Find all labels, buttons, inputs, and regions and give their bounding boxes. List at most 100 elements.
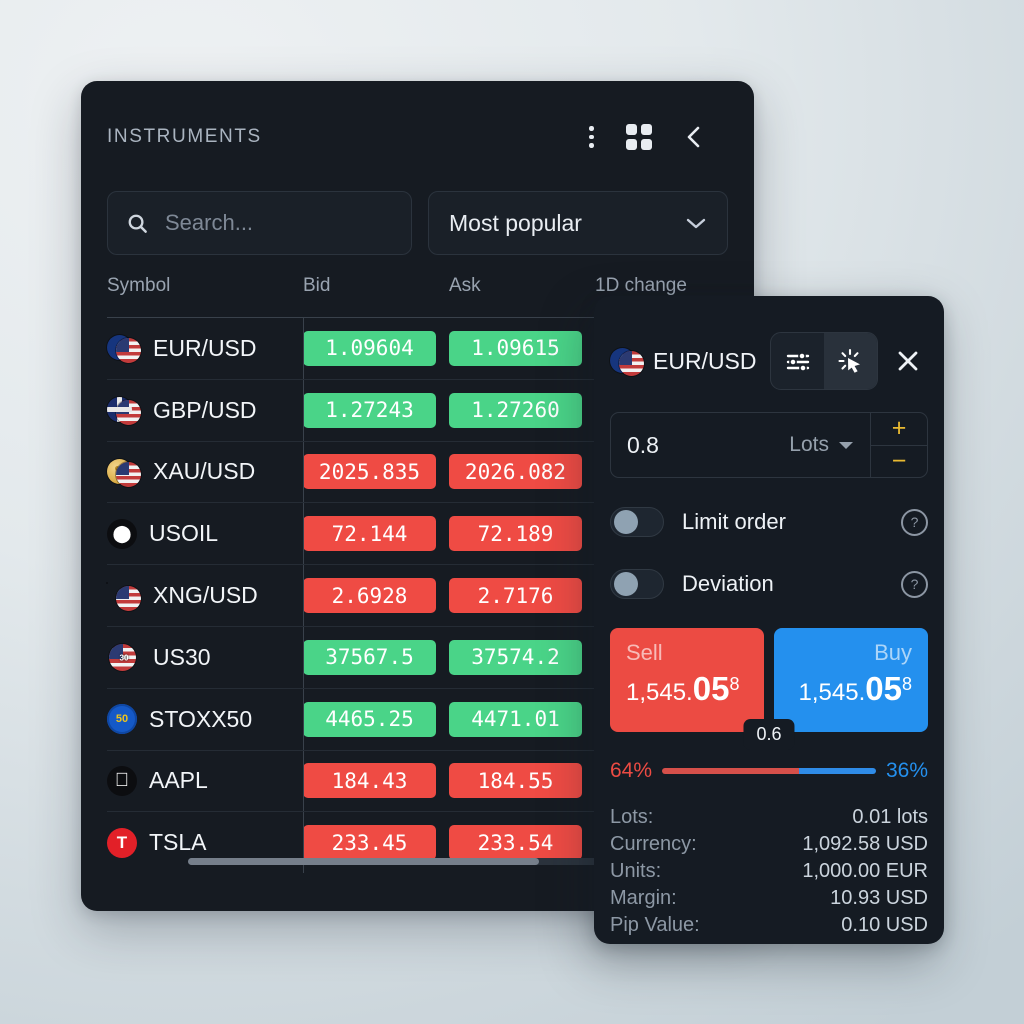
bid-cell[interactable]: 4465.25 (303, 701, 449, 737)
column-divider (303, 441, 304, 503)
detail-key: Lots: (610, 806, 654, 828)
buy-button[interactable]: Buy 1,545. 05 8 (774, 628, 928, 732)
ask-cell[interactable]: 72.189 (449, 516, 595, 552)
scrollbar-thumb[interactable] (188, 858, 539, 865)
column-divider (303, 626, 304, 688)
detail-key: Pip Value: (610, 914, 700, 936)
symbol-label: US30 (153, 643, 211, 670)
buy-label: Buy (874, 640, 912, 665)
symbol-label: USOIL (149, 520, 219, 547)
quantity-input[interactable]: 0.8 Lots (611, 413, 870, 477)
sort-filter-value: Most popular (449, 209, 582, 236)
search-icon (128, 214, 147, 233)
header-icon-group (589, 124, 728, 150)
limit-order-toggle[interactable] (610, 507, 664, 537)
sell-price: 1,545. 05 8 (626, 670, 739, 708)
ask-price: 37574.2 (449, 639, 582, 675)
detail-value: 10.93 USD (830, 887, 928, 909)
ask-cell[interactable]: 233.54 (449, 825, 595, 861)
symbol-cell: XNG/USD (107, 582, 303, 611)
symbol-cell: 30 US30 (107, 643, 303, 672)
ask-price: 233.54 (449, 825, 582, 861)
symbol-label: EUR/USD (153, 334, 257, 361)
detail-key: Margin: (610, 887, 677, 909)
sentiment-sell-fill (662, 768, 799, 774)
detail-value: 1,092.58 USD (802, 833, 928, 855)
ask-price: 1.27260 (449, 392, 582, 428)
detail-value: 1,000.00 EUR (802, 860, 928, 882)
symbol-cell: 50 STOXX50 (107, 704, 303, 735)
us30-flag-icon: 30 (107, 643, 141, 672)
oil-drop-icon: ⬤ (107, 518, 137, 549)
sentiment-buy-percent: 36% (885, 759, 928, 782)
sentiment-buy-fill (798, 768, 876, 774)
sort-filter-select[interactable]: Most popular (428, 191, 728, 255)
buy-price: 1,545. 05 8 (799, 670, 912, 708)
bid-cell[interactable]: 2025.835 (303, 454, 449, 490)
detail-value: 0.10 USD (841, 914, 928, 936)
column-divider (303, 379, 304, 441)
detail-row: Pip Value: 0.10 USD (610, 912, 928, 939)
tesla-icon: T (107, 827, 137, 858)
quantity-unit-label: Lots (789, 433, 829, 456)
quantity-decrease-button[interactable]: − (871, 444, 927, 478)
deviation-row: Deviation ? (610, 566, 928, 602)
quantity-unit-select[interactable]: Lots (789, 433, 854, 457)
one-click-trade-icon[interactable] (824, 333, 877, 389)
bid-cell[interactable]: 1.09604 (303, 330, 449, 366)
column-divider (303, 318, 304, 379)
column-divider (303, 750, 304, 812)
ask-cell[interactable]: 1.09615 (449, 330, 595, 366)
ask-cell[interactable]: 37574.2 (449, 639, 595, 675)
chevron-down-icon (839, 442, 853, 449)
limit-order-help-icon[interactable]: ? (901, 508, 928, 536)
detail-row: Margin: 10.93 USD (610, 885, 928, 912)
bid-cell[interactable]: 72.144 (303, 516, 449, 552)
deviation-label: Deviation (682, 571, 774, 596)
bid-cell[interactable]: 2.6928 (303, 578, 449, 614)
ask-cell[interactable]: 2026.082 (449, 454, 595, 490)
flag-pair-eu-us-icon (107, 334, 141, 364)
symbol-cell: EUR/USD (107, 334, 303, 364)
grid-icon[interactable] (626, 124, 652, 150)
search-input[interactable]: Search... (107, 191, 412, 255)
bid-price: 37567.5 (303, 639, 436, 675)
sentiment-sell-percent: 64% (610, 759, 653, 782)
detail-key: Currency: (610, 833, 697, 855)
sell-price-big: 05 (692, 670, 730, 707)
chevron-down-icon (686, 218, 706, 229)
page-title: INSTRUMENTS (107, 126, 262, 147)
order-details: Lots: 0.01 lots Currency: 1,092.58 USD Units… (610, 804, 928, 939)
column-divider (303, 688, 304, 750)
bid-cell[interactable]: 184.43 (303, 763, 449, 799)
trade-panel-header: EUR/USD (594, 296, 944, 390)
limit-order-row: Limit order ? (610, 504, 928, 540)
bid-cell[interactable]: 37567.5 (303, 639, 449, 675)
column-header-ask: Ask (449, 275, 481, 296)
collapse-left-icon[interactable] (684, 124, 704, 150)
close-icon[interactable] (888, 349, 928, 373)
settings-sliders-icon[interactable] (771, 333, 824, 389)
bid-price: 4465.25 (303, 701, 436, 737)
detail-row: Currency: 1,092.58 USD (610, 831, 928, 858)
ask-cell[interactable]: 1.27260 (449, 392, 595, 428)
ask-price: 2.7176 (449, 578, 582, 614)
symbol-label: AAPL (149, 767, 208, 794)
ask-cell[interactable]: 2.7176 (449, 578, 595, 614)
more-vertical-icon[interactable] (589, 126, 594, 148)
quantity-stepper: 0.8 Lots + − (610, 412, 928, 478)
bid-cell[interactable]: 233.45 (303, 825, 449, 861)
detail-key: Units: (610, 860, 662, 882)
ask-cell[interactable]: 184.55 (449, 763, 595, 799)
sell-button[interactable]: Sell 1,545. 05 8 (610, 628, 764, 732)
deviation-help-icon[interactable]: ? (901, 570, 928, 598)
deviation-toggle[interactable] (610, 569, 664, 599)
ask-price: 4471.01 (449, 701, 582, 737)
quantity-increase-button[interactable]: + (871, 413, 927, 445)
symbol-label: TSLA (149, 829, 207, 856)
ask-cell[interactable]: 4471.01 (449, 701, 595, 737)
trade-mode-switch (770, 332, 878, 390)
bid-cell[interactable]: 1.27243 (303, 392, 449, 428)
bid-price: 1.27243 (303, 392, 436, 428)
symbol-label: XAU/USD (153, 458, 256, 485)
